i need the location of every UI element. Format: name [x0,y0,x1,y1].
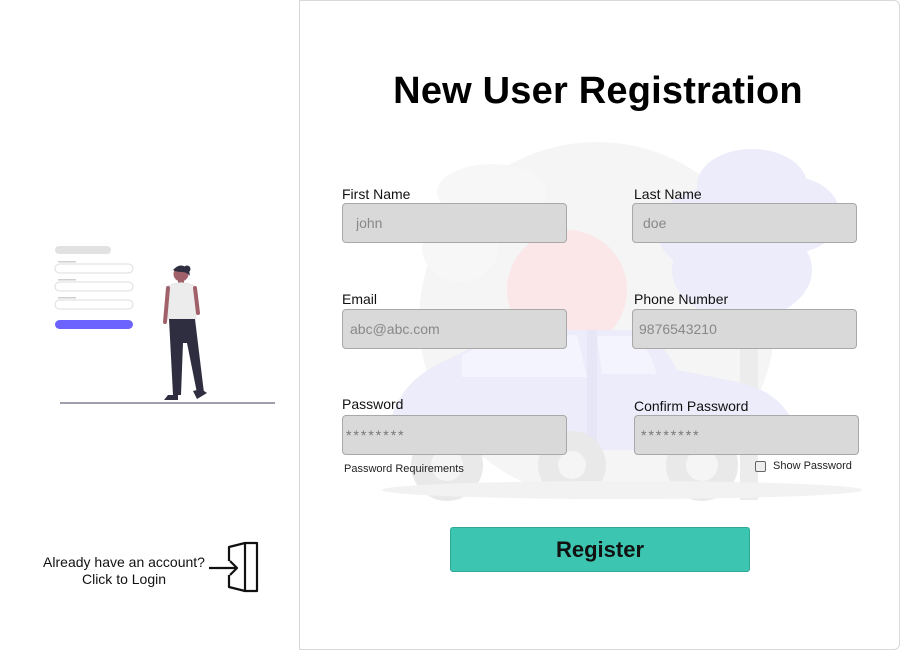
show-password-label: Show Password [773,460,852,472]
email-label: Email [342,291,378,307]
first-name-input[interactable] [342,203,567,243]
phone-number-input[interactable] [632,309,857,349]
confirm-password-input[interactable] [634,415,859,455]
last-name-label: Last Name [634,186,702,202]
confirm-password-label: Confirm Password [634,398,749,414]
page-title: New User Registration [393,70,803,112]
login-door-arrow-icon[interactable] [207,541,263,595]
password-requirements-link[interactable]: Password Requirements [344,463,464,475]
email-input[interactable] [342,309,567,349]
phone-number-label: Phone Number [634,291,729,307]
registration-illustration [54,246,275,404]
show-password-toggle[interactable]: Show Password [755,460,852,472]
left-panel: Already have an account? Click to Login [0,0,300,650]
login-prompt-line1: Already have an account? [43,554,205,570]
password-input[interactable] [342,415,567,455]
last-name-input[interactable] [632,203,857,243]
registration-panel: New User Registration First Name Last Na… [300,0,900,650]
show-password-checkbox[interactable] [755,460,766,472]
first-name-label: First Name [342,186,411,202]
password-label: Password [342,396,404,412]
register-button[interactable]: Register [450,527,750,572]
login-prompt-line2[interactable]: Click to Login [32,571,216,588]
login-prompt[interactable]: Already have an account? Click to Login [32,554,216,588]
